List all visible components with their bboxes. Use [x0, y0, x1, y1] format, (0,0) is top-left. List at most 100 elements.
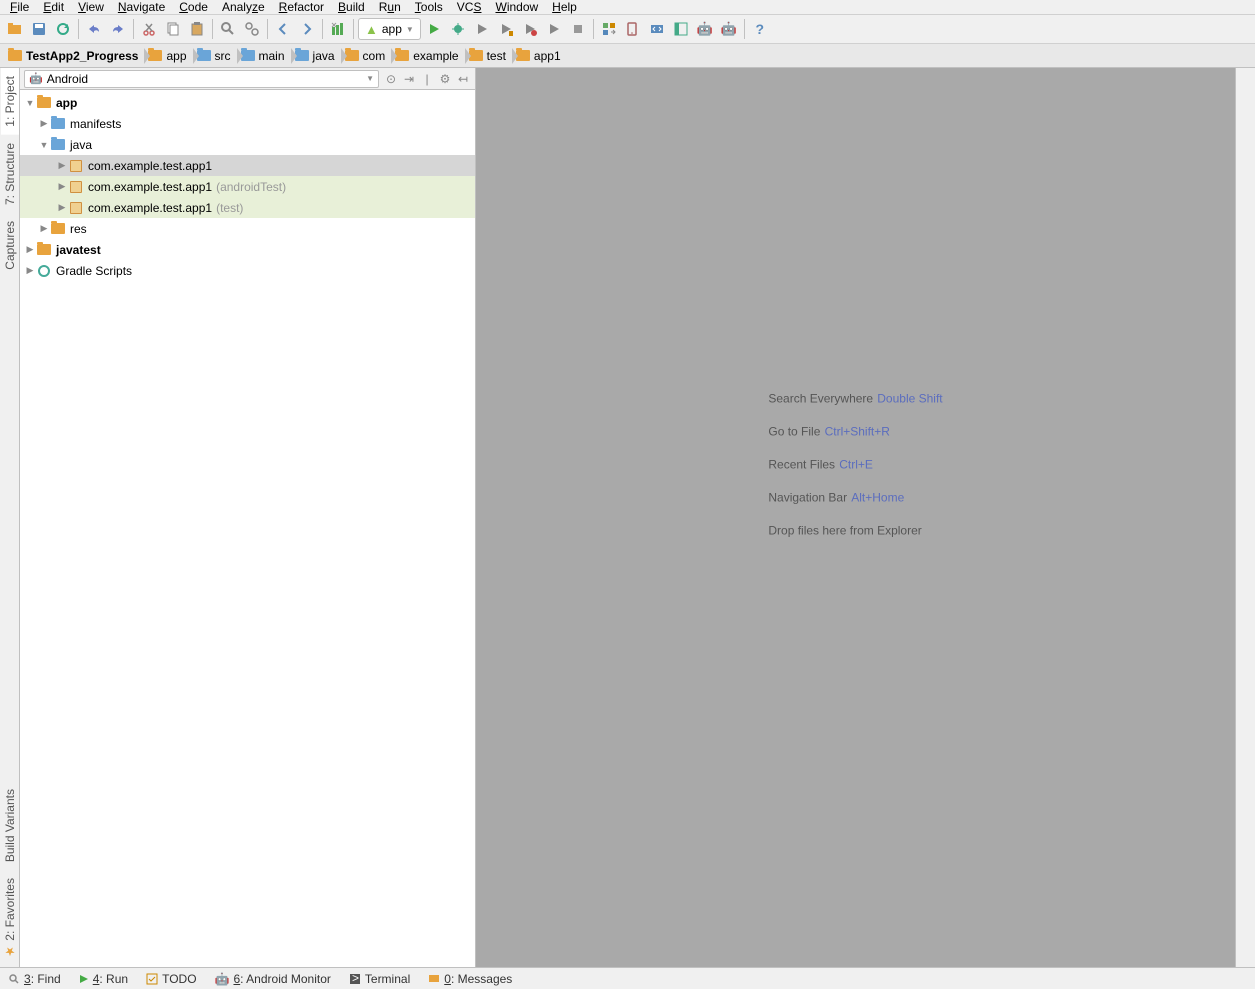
expand-icon[interactable]: ▶	[38, 223, 50, 234]
open-button[interactable]	[4, 18, 26, 40]
crumb-src[interactable]: src	[193, 45, 237, 67]
menu-run[interactable]: Run	[373, 0, 407, 14]
expand-icon[interactable]: ▶	[56, 160, 68, 171]
tree-node-pkg3[interactable]: ▶ com.example.test.app1 (test)	[20, 197, 475, 218]
separator	[322, 19, 323, 39]
package-icon	[70, 181, 82, 193]
crumb-main[interactable]: main	[237, 45, 291, 67]
expand-icon[interactable]: ▼	[24, 98, 36, 108]
tab-todo[interactable]: TODO	[146, 972, 196, 986]
folder-icon	[8, 50, 22, 61]
find-button[interactable]	[217, 18, 239, 40]
folder-icon	[148, 50, 162, 61]
ddms-button[interactable]: 🤖	[694, 18, 716, 40]
expand-icon[interactable]: ▶	[24, 265, 36, 276]
right-gutter	[1235, 68, 1255, 967]
menu-vcs[interactable]: VCS	[451, 0, 488, 14]
tab-build-variants[interactable]: Build Variants	[1, 781, 19, 870]
run-config-combo[interactable]: ▲ app ▼	[358, 18, 421, 40]
gear-icon[interactable]: ⚙	[437, 71, 453, 87]
redo-button[interactable]	[107, 18, 129, 40]
expand-icon[interactable]: ▶	[24, 244, 36, 255]
hide-button[interactable]: ↤	[455, 71, 471, 87]
menu-window[interactable]: Window	[489, 0, 544, 14]
forward-button[interactable]	[296, 18, 318, 40]
menu-file[interactable]: File	[4, 0, 35, 14]
project-view-dropdown[interactable]: 🤖 Android ▼	[24, 70, 379, 88]
android-icon: 🤖	[721, 21, 737, 37]
stop-button[interactable]	[567, 18, 589, 40]
tree-node-gradle[interactable]: ▶ Gradle Scripts	[20, 260, 475, 281]
crumb-app1[interactable]: app1	[512, 45, 567, 67]
folder-icon	[197, 50, 211, 61]
tab-run[interactable]: 4: Run	[79, 972, 128, 986]
gradle-sync-button[interactable]	[598, 18, 620, 40]
crumb-test[interactable]: test	[465, 45, 512, 67]
project-panel-header: 🤖 Android ▼ ⊙ ⇥ | ⚙ ↤	[20, 68, 475, 90]
attach-button[interactable]	[543, 18, 565, 40]
tab-captures[interactable]: Captures	[1, 213, 19, 278]
sync-button[interactable]	[52, 18, 74, 40]
crumb-com[interactable]: com	[341, 45, 392, 67]
theme-button[interactable]: 🤖	[718, 18, 740, 40]
collapse-all-button[interactable]: ⇥	[401, 71, 417, 87]
menu-refactor[interactable]: Refactor	[273, 0, 330, 14]
crumb-app[interactable]: app	[144, 45, 192, 67]
separator	[593, 19, 594, 39]
paste-button[interactable]	[186, 18, 208, 40]
expand-icon[interactable]: ▼	[38, 140, 50, 150]
tab-messages[interactable]: 0: Messages	[428, 972, 512, 986]
package-icon	[70, 202, 82, 214]
tree-node-pkg2[interactable]: ▶ com.example.test.app1 (androidTest)	[20, 176, 475, 197]
editor-area[interactable]: Search Everywhere Double Shift Go to Fil…	[476, 68, 1235, 967]
menu-help[interactable]: Help	[546, 0, 583, 14]
tree-node-manifests[interactable]: ▶ manifests	[20, 113, 475, 134]
expand-icon[interactable]: ▶	[38, 118, 50, 129]
folder-icon	[51, 118, 65, 129]
tree-node-java[interactable]: ▼ java	[20, 134, 475, 155]
coverage-button[interactable]	[495, 18, 517, 40]
crumb-java[interactable]: java	[291, 45, 341, 67]
sdk-button[interactable]	[646, 18, 668, 40]
scroll-from-source-button[interactable]: ⊙	[383, 71, 399, 87]
cut-button[interactable]	[138, 18, 160, 40]
tree-label: Gradle Scripts	[56, 264, 132, 278]
menu-tools[interactable]: Tools	[409, 0, 449, 14]
tree-label: res	[70, 222, 87, 236]
android-icon: 🤖	[697, 21, 713, 37]
run-button[interactable]	[423, 18, 445, 40]
expand-icon[interactable]: ▶	[56, 202, 68, 213]
tree-node-app[interactable]: ▼ app	[20, 92, 475, 113]
debug-button[interactable]	[447, 18, 469, 40]
profile-button[interactable]	[519, 18, 541, 40]
menu-analyze[interactable]: Analyze	[216, 0, 271, 14]
tree-node-javatest[interactable]: ▶ javatest	[20, 239, 475, 260]
tab-find[interactable]: 3: Find	[8, 972, 61, 986]
layout-button[interactable]	[670, 18, 692, 40]
menu-code[interactable]: Code	[173, 0, 214, 14]
undo-button[interactable]	[83, 18, 105, 40]
tree-node-pkg1[interactable]: ▶ com.example.test.app1	[20, 155, 475, 176]
copy-button[interactable]	[162, 18, 184, 40]
crumb-project[interactable]: TestApp2_Progress	[4, 45, 144, 67]
help-button[interactable]: ?	[749, 18, 771, 40]
menu-edit[interactable]: Edit	[37, 0, 70, 14]
save-button[interactable]	[28, 18, 50, 40]
run2-button[interactable]	[471, 18, 493, 40]
tab-terminal[interactable]: >Terminal	[349, 972, 410, 986]
tab-project[interactable]: 1: Project	[1, 68, 19, 135]
back-button[interactable]	[272, 18, 294, 40]
tree-suffix: (androidTest)	[216, 180, 286, 194]
menu-view[interactable]: View	[72, 0, 110, 14]
menu-build[interactable]: Build	[332, 0, 371, 14]
tab-structure[interactable]: 7: Structure	[1, 135, 19, 213]
tab-favorites[interactable]: ★2: Favorites	[1, 870, 19, 967]
expand-icon[interactable]: ▶	[56, 181, 68, 192]
replace-button[interactable]	[241, 18, 263, 40]
avd-button[interactable]	[622, 18, 644, 40]
tab-android-monitor[interactable]: 🤖6: Android Monitor	[215, 972, 331, 986]
tree-node-res[interactable]: ▶ res	[20, 218, 475, 239]
crumb-example[interactable]: example	[391, 45, 464, 67]
make-button[interactable]	[327, 18, 349, 40]
menu-navigate[interactable]: Navigate	[112, 0, 171, 14]
